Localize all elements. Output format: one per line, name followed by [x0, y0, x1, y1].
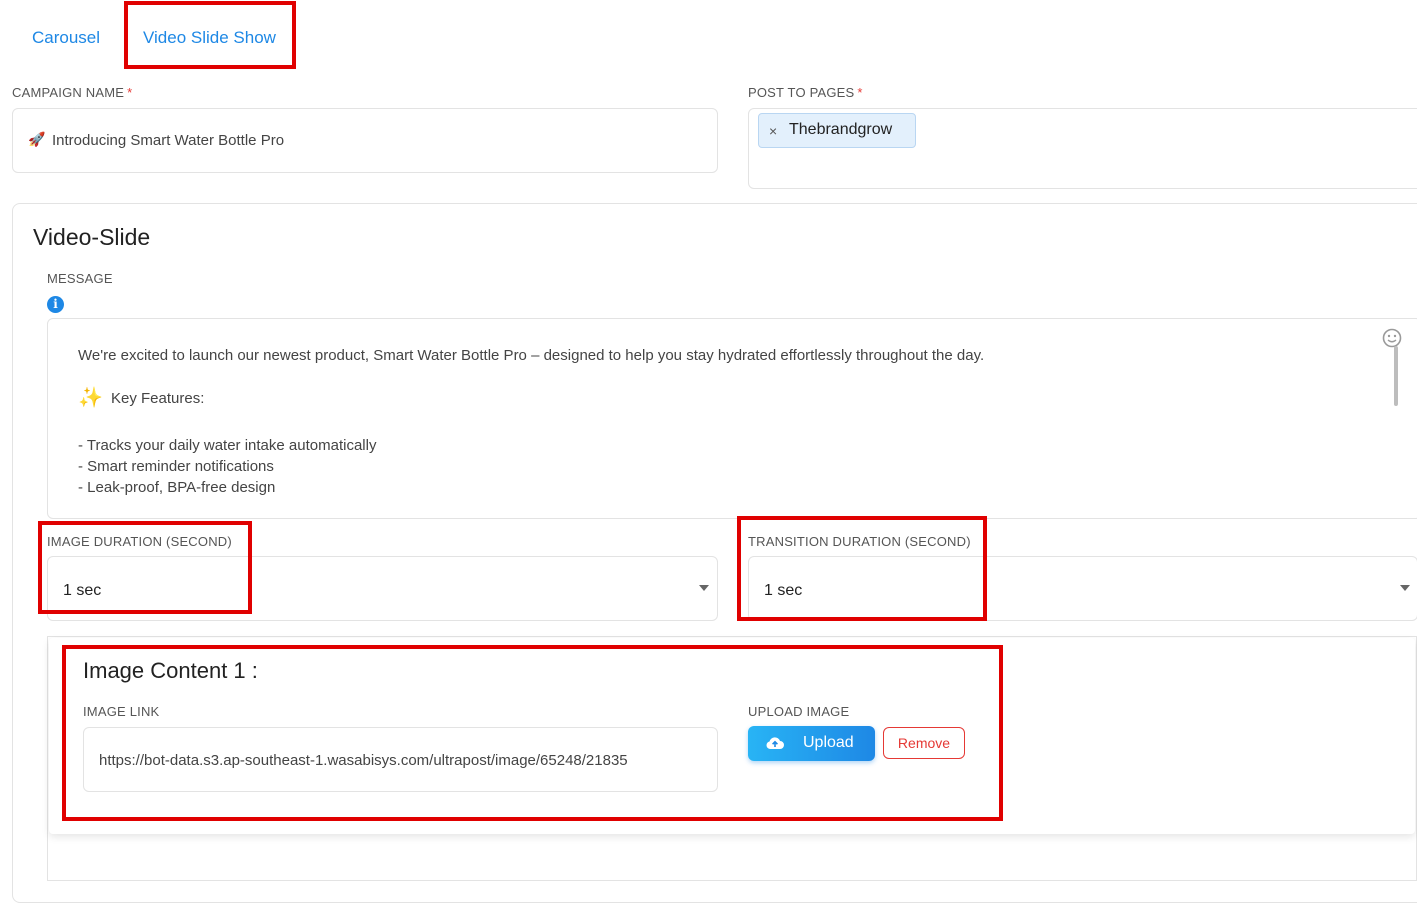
post-to-pages-label: POST TO PAGES * — [748, 85, 863, 100]
message-line-4: - Smart reminder notifications — [78, 458, 274, 475]
message-line-5: - Leak-proof, BPA-free design — [78, 479, 276, 496]
message-textarea[interactable]: We're excited to launch our newest produ… — [47, 318, 1417, 519]
campaign-name-value: Introducing Smart Water Bottle Pro — [52, 132, 285, 149]
section-title: Video-Slide — [33, 224, 151, 250]
smiley-icon[interactable] — [1382, 328, 1402, 348]
message-label: MESSAGE — [47, 271, 113, 286]
message-line-2: Key Features: — [111, 390, 205, 407]
textarea-scrollbar[interactable] — [1394, 346, 1398, 406]
sparkle-icon: ✨ — [78, 387, 103, 409]
rocket-icon: 🚀 — [28, 131, 46, 147]
page-chip: × Thebrandgrow — [758, 113, 916, 148]
highlight-box-tab — [124, 1, 296, 69]
tab-carousel[interactable]: Carousel — [32, 28, 100, 48]
chevron-down-icon — [699, 585, 709, 591]
campaign-name-field[interactable]: 🚀 Introducing Smart Water Bottle Pro — [12, 108, 718, 173]
highlight-box-image-duration — [38, 521, 252, 614]
post-to-pages-field[interactable]: × Thebrandgrow — [748, 108, 1417, 189]
highlight-box-image-content — [62, 645, 1003, 821]
campaign-name-label: CAMPAIGN NAME * — [12, 85, 133, 100]
chevron-down-icon — [1400, 585, 1410, 591]
message-line-1: We're excited to launch our newest produ… — [78, 347, 985, 364]
info-icon[interactable]: i — [47, 296, 64, 313]
message-line-3: - Tracks your daily water intake automat… — [78, 437, 377, 454]
chip-remove-icon[interactable]: × — [769, 123, 777, 139]
highlight-box-transition-duration — [737, 516, 987, 621]
chip-label: Thebrandgrow — [789, 121, 893, 138]
